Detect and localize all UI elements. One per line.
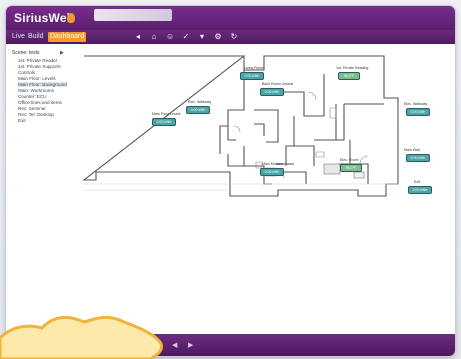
kitchen-counter [323,163,341,175]
expand-arrow-icon[interactable]: ▶ [60,50,64,56]
tree-item[interactable]: Main: Workrooms [18,88,54,93]
filter-icon[interactable]: ▾ [198,33,206,41]
floorplan-canvas[interactable]: Main Floor Levels 0.00 kWh Elec. Walkway… [68,44,455,334]
tree-item[interactable]: Main Floor: Levels [18,76,56,81]
door-swing [233,125,241,133]
sensor-badge[interactable]: 0.00 kWh [240,72,264,80]
tree-item[interactable]: Counter: ECU [18,94,47,99]
sensor-badge[interactable]: 0.00 kWh [406,154,430,162]
tree-item-selected[interactable]: Main Floor: Background [18,82,67,87]
app-window: SiriusWeb Live Build Dashboard ◂ ⌂ ☺ ✓ ▾… [6,6,455,356]
tree-item[interactable]: Controls [18,70,35,75]
door-swing [307,91,317,101]
menu-live[interactable]: Live [12,32,25,42]
door-swing [359,155,369,165]
highlight-blob-shape [0,315,164,359]
sensor-badge[interactable]: 0.00 kWh [260,168,284,176]
tree-item[interactable]: Office lines and items [18,100,62,105]
decorative-highlight-blob [0,315,164,359]
tree-item[interactable]: Rec: Seminar [18,106,46,111]
room-caption: Living Room [244,66,264,70]
tree-item[interactable]: Exit [18,118,26,123]
room-caption: Back Room Central [262,82,294,86]
sensor-badge[interactable]: 0.00 kWh [408,186,432,194]
check-icon[interactable]: ✓ [182,33,190,41]
sidebar-tree: Scene: tests ▶ 1st: Private Reader 1st: … [6,44,69,334]
sensor-badge[interactable]: 0.00 kWh [260,88,284,96]
sensor-badge[interactable]: 0.00 kWh [186,106,210,114]
menu-dashboard[interactable]: Dashboard [48,32,87,42]
sensor-badge[interactable]: 96.0°F [340,164,362,172]
home-icon[interactable]: ⌂ [150,33,158,41]
staircase [353,171,365,179]
interior-wall [285,116,336,166]
title-strip [94,9,172,21]
tree-item[interactable]: 1st: Private Reader [18,58,57,63]
room-caption: Main Kitchen [262,162,283,166]
room-caption: Elec. Walkway [188,100,212,104]
refresh-icon[interactable]: ↻ [230,33,238,41]
back-arrow-icon[interactable]: ◂ [134,33,142,41]
interior-wall [254,109,279,143]
room-caption: Exit [414,180,420,184]
room-caption: Main Floor Levels [152,112,181,116]
brand-logo: SiriusWeb [14,11,75,25]
sensor-badge[interactable]: 0.00 kWh [152,118,176,126]
brand-mark-icon [67,13,75,23]
room-caption: Elec. Walkway [404,102,428,106]
gear-icon[interactable]: ⚙ [214,33,222,41]
sensor-badge[interactable]: 96.0°F [338,72,360,80]
room-caption: Main Wall [404,148,420,152]
room-caption: Elec. Room [340,158,359,162]
sensor-badge[interactable]: 0.00 kWh [406,108,430,116]
user-icon[interactable]: ☺ [166,33,174,41]
tree-item[interactable]: Rec: Tel: Desktop [18,112,54,117]
header-bar: SiriusWeb [6,6,455,30]
interior-wall [219,70,245,154]
room-caption: 1st: Private Reading [336,66,369,70]
menu-build[interactable]: Build [28,32,44,42]
tree-root-label[interactable]: Scene: tests [12,50,40,56]
tree-item[interactable]: 1st: Private Supports [18,64,61,69]
